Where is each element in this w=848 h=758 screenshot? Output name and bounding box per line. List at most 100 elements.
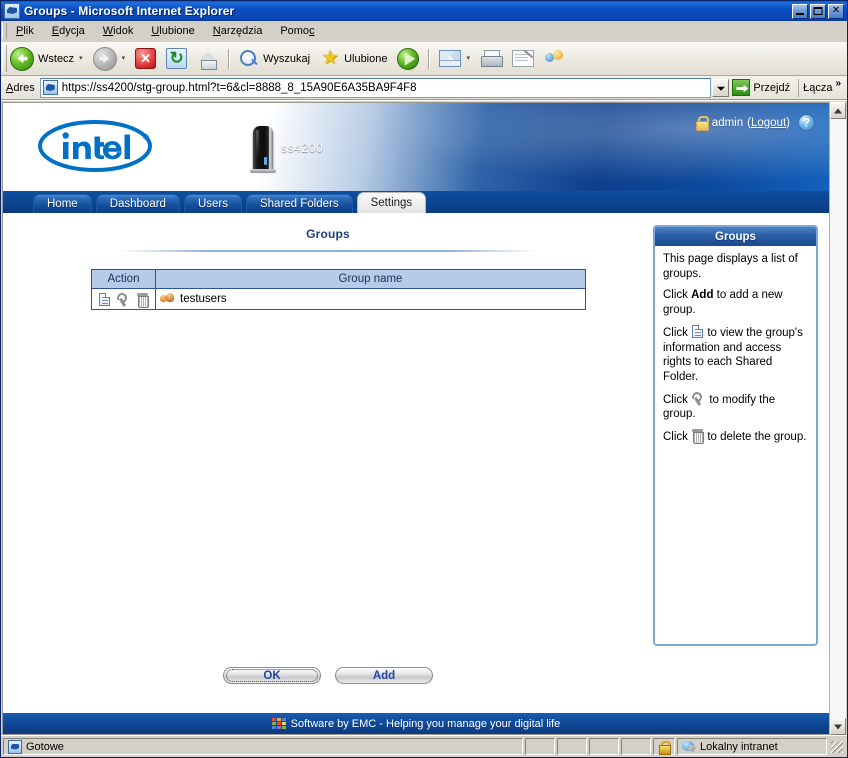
help-paragraph-1: This page displays a list of groups. — [663, 252, 809, 281]
help-text: This page displays a list of groups. — [663, 253, 798, 280]
printer-icon — [480, 49, 503, 68]
delete-group-icon[interactable] — [137, 292, 150, 308]
favorites-button[interactable]: Ulubione — [315, 45, 392, 73]
mail-button[interactable]: ▾ — [434, 45, 475, 73]
group-icon — [160, 292, 175, 305]
scroll-up-button[interactable] — [830, 102, 846, 119]
tab-settings[interactable]: Settings — [356, 192, 427, 213]
minimize-button[interactable] — [792, 3, 808, 19]
print-button[interactable] — [475, 45, 507, 73]
modify-group-icon[interactable] — [117, 293, 130, 306]
user-label: admin (Logout) — [712, 117, 790, 129]
menu-item-plik[interactable]: Plik — [7, 23, 43, 39]
mail-dropdown-icon[interactable]: ▾ — [466, 55, 470, 62]
column-header-group-name: Group name — [155, 269, 586, 289]
links-button[interactable]: Łącza » — [798, 77, 845, 97]
row-group-name-cell: testusers — [155, 288, 586, 310]
site-header: ® ss4200 admin (Logout) — [3, 103, 829, 191]
help-paragraph-2: Click Add to add a new group. — [663, 288, 809, 317]
window-title: Groups - Microsoft Internet Explorer — [24, 4, 235, 18]
address-input[interactable]: https://ss4200/stg-group.html?t=6&cl=888… — [39, 77, 712, 98]
page-favicon-icon — [42, 80, 58, 95]
status-message-pane: Gotowe — [3, 738, 523, 755]
view-group-icon — [692, 324, 704, 338]
menu-item-pomoc[interactable]: Pomoc — [271, 23, 323, 39]
ok-button[interactable]: OK — [223, 667, 321, 684]
forward-dropdown-icon[interactable]: ▾ — [122, 55, 126, 62]
status-pane-2 — [525, 738, 555, 755]
user-lock-icon — [695, 116, 709, 131]
address-dropdown-button[interactable] — [712, 78, 730, 97]
address-bar: Adres https://ss4200/stg-group.html?t=6&… — [1, 76, 847, 100]
menu-item-ulubione[interactable]: Ulubione — [142, 23, 203, 39]
menu-item-widok[interactable]: Widok — [94, 23, 143, 39]
device-name: ss4200 — [281, 141, 324, 155]
help-text: Click — [663, 326, 692, 339]
row-actions-cell — [91, 288, 156, 310]
help-paragraph-3: Click to view the group's information an… — [663, 324, 809, 385]
chevron-double-right-icon: » — [835, 77, 841, 89]
table-row: testusers — [91, 288, 586, 310]
main-navigation: Home Dashboard Users Shared Folders Sett… — [3, 191, 829, 213]
scroll-down-button[interactable] — [830, 718, 846, 735]
menu-item-narzedzia[interactable]: Narzędzia — [204, 23, 272, 39]
address-url-text: https://ss4200/stg-group.html?t=6&cl=888… — [61, 81, 417, 94]
view-group-icon[interactable] — [98, 292, 110, 306]
close-button[interactable]: ✕ — [828, 3, 844, 19]
footer-text: Software by EMC - Helping you manage you… — [290, 717, 561, 730]
window-controls: ✕ — [792, 3, 845, 19]
browser-window: Groups - Microsoft Internet Explorer ✕ P… — [0, 0, 848, 758]
vertical-scrollbar[interactable] — [829, 102, 846, 735]
add-button[interactable]: Add — [335, 667, 433, 684]
intranet-zone-icon — [682, 740, 696, 754]
help-text: Click — [663, 289, 692, 302]
tab-shared-folders[interactable]: Shared Folders — [245, 194, 353, 213]
edit-button[interactable] — [507, 45, 539, 73]
table-header-row: Action Group name — [91, 269, 586, 289]
menu-item-edycja[interactable]: Edycja — [43, 23, 94, 39]
title-divider — [118, 250, 538, 252]
refresh-button[interactable] — [161, 45, 192, 73]
security-zone-label: Lokalny intranet — [700, 740, 778, 753]
paren-close: ) — [786, 116, 790, 129]
tab-home[interactable]: Home — [33, 194, 92, 213]
forward-button[interactable]: ▾ — [88, 45, 131, 73]
tab-dashboard[interactable]: Dashboard — [95, 194, 180, 213]
help-icon[interactable] — [798, 114, 815, 131]
help-paragraph-4: Click to modify the group. — [663, 392, 809, 422]
scroll-track[interactable] — [830, 119, 846, 718]
maximize-button[interactable] — [810, 3, 826, 19]
back-button[interactable]: Wstecz ▾ — [5, 45, 88, 73]
home-button[interactable] — [192, 45, 224, 73]
intel-logo: ® — [36, 118, 154, 174]
forward-arrow-icon — [92, 46, 117, 71]
help-panel-body: This page displays a list of groups. Cli… — [655, 246, 816, 458]
resize-grip[interactable] — [829, 738, 845, 755]
help-panel: Groups This page displays a list of grou… — [653, 225, 818, 646]
main-column: Groups Action Group name testusers OK Ad… — [3, 213, 653, 713]
emc-logo-icon — [271, 718, 286, 729]
star-icon — [320, 49, 340, 69]
menu-bar: Plik Edycja Widok Ulubione Narzędzia Pom… — [1, 21, 847, 42]
tab-users[interactable]: Users — [183, 194, 242, 213]
stop-button[interactable] — [130, 45, 161, 73]
toolbar-separator-1 — [228, 48, 231, 69]
messenger-button[interactable] — [539, 45, 571, 73]
toolbar-separator-2 — [428, 48, 431, 69]
security-pane — [653, 738, 675, 755]
back-dropdown-icon[interactable]: ▾ — [79, 55, 83, 62]
media-button[interactable] — [392, 45, 424, 73]
go-label: Przejdź — [753, 81, 791, 94]
user-name-text: admin — [711, 116, 744, 129]
close-icon: ✕ — [831, 5, 841, 16]
links-label: Łącza — [803, 81, 833, 94]
group-name-text: testusers — [180, 293, 227, 306]
help-column: Groups This page displays a list of grou… — [653, 213, 829, 713]
back-arrow-icon — [10, 46, 34, 71]
security-zone-pane: Lokalny intranet — [677, 738, 827, 755]
logout-link[interactable]: Logout — [751, 117, 786, 129]
go-button[interactable]: Przejdź — [729, 79, 796, 96]
search-button[interactable]: Wyszukaj — [234, 45, 315, 73]
help-panel-title: Groups — [655, 227, 816, 246]
favorites-label: Ulubione — [344, 52, 388, 65]
